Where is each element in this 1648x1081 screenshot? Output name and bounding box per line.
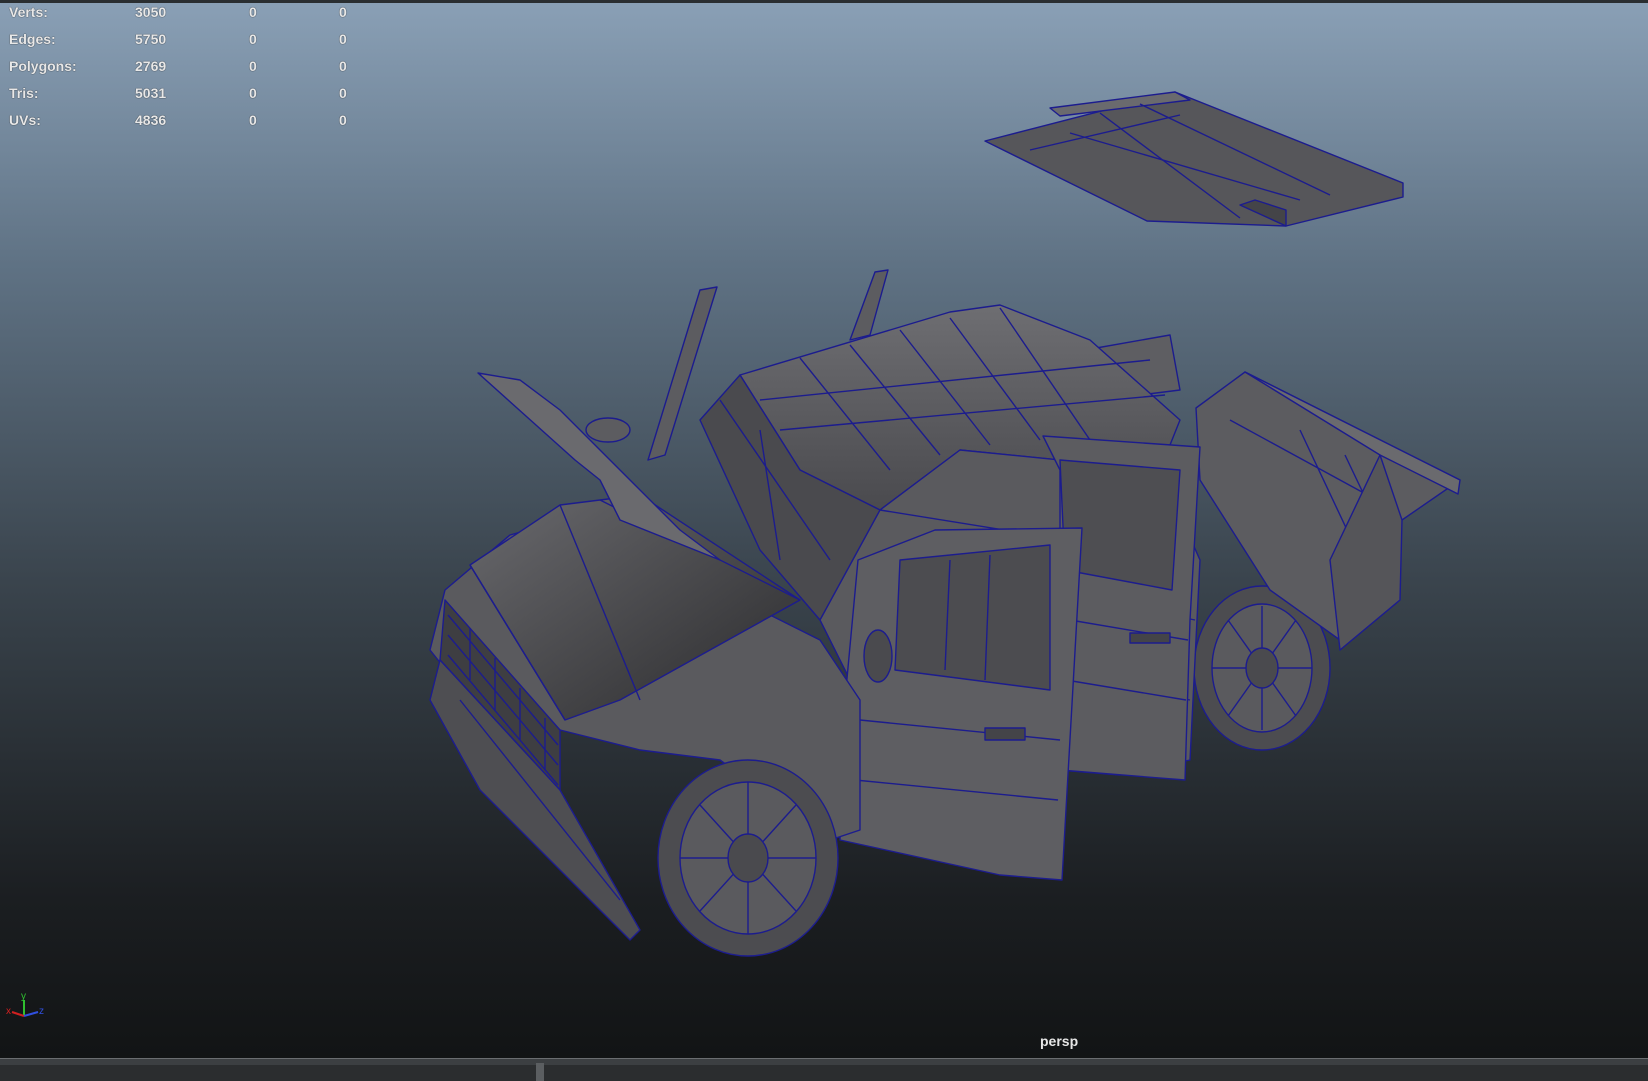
- axis-x-label: x: [6, 1006, 11, 1017]
- hud-row-uvs: UVs: 4836 0 0: [0, 108, 360, 135]
- hud-value: 5031: [135, 85, 167, 101]
- hud-row-tris: Tris: 5031 0 0: [0, 81, 360, 108]
- hud-label: Edges:: [9, 31, 56, 47]
- axis-z-label: z: [39, 1006, 44, 1017]
- camera-name-label: persp: [1040, 1033, 1079, 1049]
- hud-label: UVs:: [9, 112, 41, 128]
- hud-selected-value: 0: [249, 112, 257, 128]
- hud-label: Polygons:: [9, 58, 77, 74]
- axis-gizmo-icon: y x z: [6, 991, 44, 1017]
- status-bar-splitter[interactable]: [536, 1063, 544, 1081]
- hud-selected-value: 0: [249, 85, 257, 101]
- hud-selected-value-2: 0: [339, 4, 347, 20]
- axis-y-label: y: [21, 991, 26, 1002]
- floating-bed-cover[interactable]: [984, 91, 1404, 227]
- 3d-viewport[interactable]: Verts: 3050 0 0 Edges: 5750 0 0 Polygons…: [0, 0, 1648, 1058]
- status-bar: [0, 1058, 1648, 1081]
- hud-selected-value-2: 0: [339, 31, 347, 47]
- hud-selected-value: 0: [249, 58, 257, 74]
- hud-row-polygons: Polygons: 2769 0 0: [0, 54, 360, 81]
- hud-selected-value-2: 0: [339, 85, 347, 101]
- status-bar-left-field[interactable]: [0, 1065, 536, 1081]
- hud-row-verts: Verts: 3050 0 0: [0, 0, 360, 27]
- front-wheel[interactable]: [657, 759, 839, 957]
- hud-label: Verts:: [9, 4, 48, 20]
- hud-value: 5750: [135, 31, 167, 47]
- hud-row-edges: Edges: 5750 0 0: [0, 27, 360, 54]
- hud-value: 3050: [135, 4, 167, 20]
- hud-value: 2769: [135, 58, 167, 74]
- hud-selected-value: 0: [249, 4, 257, 20]
- hud-selected-value: 0: [249, 31, 257, 47]
- truck-model[interactable]: [0, 0, 1648, 1058]
- status-bar-right-field[interactable]: [544, 1065, 1648, 1081]
- hud-value: 4836: [135, 112, 167, 128]
- hud-selected-value-2: 0: [339, 112, 347, 128]
- hud-label: Tris:: [9, 85, 39, 101]
- hud-selected-value-2: 0: [339, 58, 347, 74]
